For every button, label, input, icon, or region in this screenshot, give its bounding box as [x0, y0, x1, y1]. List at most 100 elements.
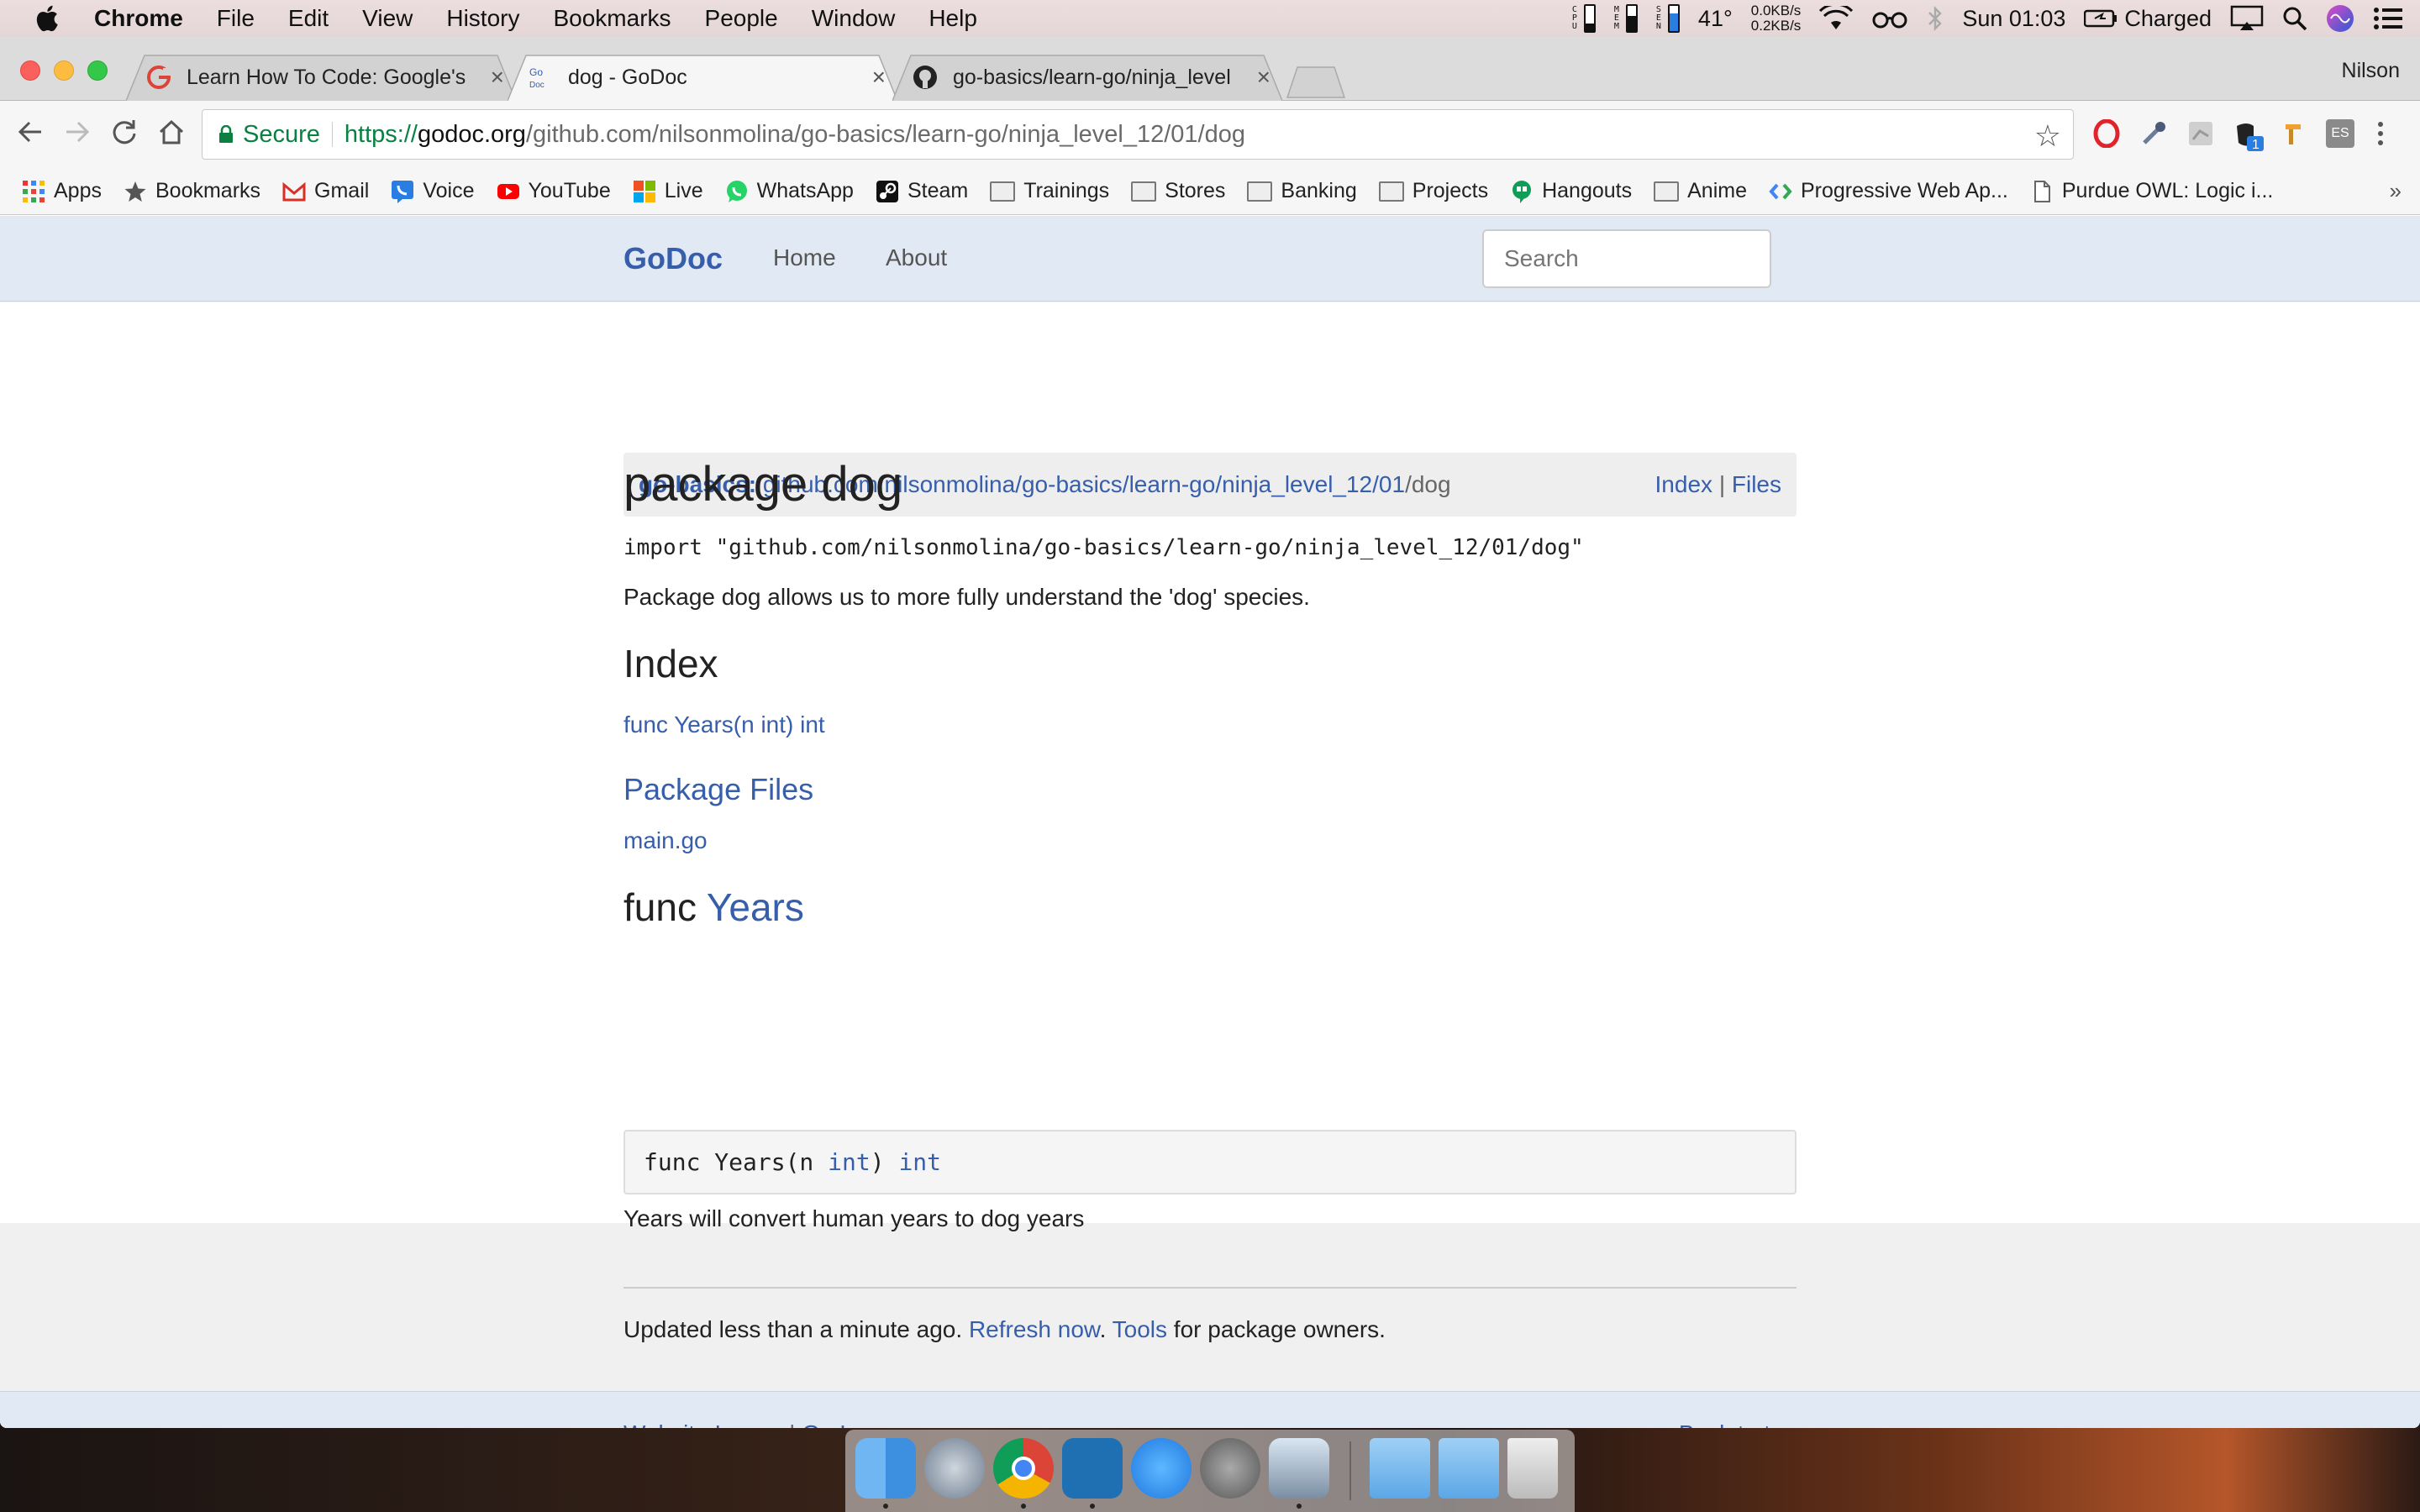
tab-godoc-dog[interactable]: Go Doc dog - GoDoc × — [508, 54, 897, 101]
breadcrumb-leaf: /dog — [1405, 471, 1451, 497]
tab-title: dog - GoDoc — [568, 65, 687, 89]
menu-app-chrome[interactable]: Chrome — [94, 5, 183, 32]
eyedropper-extension-icon[interactable] — [2139, 119, 2168, 148]
bookmark-folder-trainings[interactable]: Trainings — [990, 179, 1109, 203]
opera-extension-icon[interactable] — [2092, 118, 2121, 149]
system-preferences-icon[interactable] — [1200, 1438, 1260, 1499]
menu-history[interactable]: History — [446, 5, 519, 32]
bookmark-folder-banking[interactable]: Banking — [1247, 179, 1357, 203]
close-tab-icon[interactable]: × — [1257, 64, 1270, 91]
wifi-icon[interactable] — [1819, 6, 1854, 31]
nav-home-link[interactable]: Home — [773, 244, 836, 271]
apple-icon[interactable] — [34, 3, 64, 34]
tab-title: Learn How To Code: Google's Go — [187, 65, 472, 89]
godoc-navbar: GoDoc Home About — [0, 216, 2420, 302]
clock[interactable]: Sun 01:03 — [1962, 6, 2065, 32]
refresh-now-link[interactable]: Refresh now — [969, 1316, 1100, 1342]
airplay-icon[interactable] — [2230, 5, 2264, 32]
menu-people[interactable]: People — [705, 5, 778, 32]
vscode-icon[interactable] — [1062, 1438, 1123, 1499]
network-speed[interactable]: 0.0KB/s 0.2KB/s — [1751, 3, 1802, 34]
back-button[interactable] — [13, 118, 47, 151]
close-window-button[interactable] — [20, 60, 40, 81]
finder-icon[interactable] — [855, 1438, 916, 1499]
memory-meter[interactable]: MEM — [1614, 4, 1638, 33]
siri-icon[interactable] — [2326, 4, 2354, 33]
func-years-link[interactable]: Years — [707, 885, 804, 929]
bookmark-progressive-web-apps[interactable]: Progressive Web Ap... — [1769, 179, 2008, 203]
applications-folder-icon[interactable] — [1370, 1438, 1430, 1499]
go-language-link[interactable]: Go Language — [802, 1420, 944, 1428]
bookmark-folder-stores[interactable]: Stores — [1131, 179, 1225, 203]
menu-help[interactable]: Help — [929, 5, 977, 32]
home-button[interactable] — [155, 118, 188, 151]
tab-github[interactable]: go-basics/learn-go/ninja_level × — [892, 54, 1282, 101]
temperature-readout[interactable]: 41° — [1698, 6, 1733, 32]
launchpad-icon[interactable] — [924, 1438, 985, 1499]
search-input[interactable] — [1482, 229, 1771, 288]
index-item-years[interactable]: func Years(n int) int — [623, 711, 825, 738]
menu-edit[interactable]: Edit — [288, 5, 329, 32]
nav-about-link[interactable]: About — [886, 244, 947, 271]
tab-learn-to-code[interactable]: Learn How To Code: Google's Go × — [126, 54, 516, 101]
menu-window[interactable]: Window — [812, 5, 896, 32]
address-bar[interactable]: Secure https://godoc.org/github.com/nils… — [202, 109, 2074, 160]
reload-button[interactable] — [108, 118, 141, 151]
profile-name[interactable]: Nilson — [2342, 59, 2400, 83]
es-extension-icon[interactable]: ES — [2326, 119, 2354, 148]
forward-button[interactable] — [60, 118, 94, 151]
int-return-type-link[interactable]: int — [898, 1148, 941, 1176]
page-icon — [2033, 180, 2050, 202]
menu-file[interactable]: File — [217, 5, 255, 32]
bookmark-folder-projects[interactable]: Projects — [1378, 179, 1488, 203]
bookmark-youtube[interactable]: YouTube — [497, 179, 611, 203]
grey-extension-icon[interactable] — [2186, 119, 2215, 148]
menu-view[interactable]: View — [362, 5, 413, 32]
bookmark-folder-anime[interactable]: Anime — [1654, 179, 1747, 203]
import-path: import "github.com/nilsonmolina/go-basic… — [623, 535, 1584, 560]
bookmark-steam[interactable]: Steam — [876, 179, 968, 203]
bookmark-whatsapp[interactable]: WhatsApp — [725, 179, 854, 203]
star-icon — [124, 181, 146, 202]
evernote-extension-icon[interactable]: 1 — [2232, 119, 2264, 152]
bookmark-live[interactable]: Live — [633, 179, 703, 203]
tools-link[interactable]: Tools — [1113, 1316, 1167, 1342]
package-files-heading[interactable]: Package Files — [623, 772, 813, 807]
notification-center-icon[interactable] — [2373, 7, 2403, 30]
file-main-go-link[interactable]: main.go — [623, 827, 708, 854]
back-to-top-link[interactable]: Back to top — [1679, 1420, 1797, 1428]
tools-extension-icon[interactable] — [2281, 119, 2309, 148]
bookmark-purdue-owl[interactable]: Purdue OWL: Logic i... — [2030, 179, 2273, 203]
sensor-meter[interactable]: SEN — [1656, 4, 1680, 33]
website-issues-link[interactable]: Website Issues — [623, 1420, 782, 1428]
chrome-icon[interactable] — [993, 1438, 1054, 1499]
bookmark-star-icon[interactable]: ☆ — [2034, 118, 2061, 154]
close-tab-icon[interactable]: × — [872, 64, 886, 91]
downloads-folder-icon[interactable] — [1439, 1438, 1499, 1499]
new-tab-button[interactable] — [1286, 66, 1346, 99]
int-type-link[interactable]: int — [828, 1148, 871, 1176]
menu-bookmarks[interactable]: Bookmarks — [553, 5, 671, 32]
bookmark-apps[interactable]: Apps — [22, 179, 102, 203]
spotlight-search-icon[interactable] — [2282, 6, 2307, 31]
godoc-brand-link[interactable]: GoDoc — [623, 241, 723, 276]
index-link[interactable]: Index — [1655, 471, 1713, 497]
files-link[interactable]: Files — [1732, 471, 1781, 497]
bluetooth-icon[interactable] — [1927, 5, 1944, 32]
appstore-icon[interactable] — [1131, 1438, 1192, 1499]
preview-icon[interactable] — [1269, 1438, 1329, 1499]
bookmark-bookmarks[interactable]: Bookmarks — [124, 179, 260, 203]
url-path: /github.com/nilsonmolina/go-basics/learn… — [525, 120, 1245, 148]
minimize-window-button[interactable] — [54, 60, 74, 81]
glasses-icon[interactable] — [1871, 8, 1908, 29]
bookmark-gmail[interactable]: Gmail — [282, 179, 369, 203]
bookmark-voice[interactable]: Voice — [391, 179, 475, 203]
battery-status[interactable]: Charged — [2084, 6, 2212, 32]
bookmark-hangouts[interactable]: Hangouts — [1510, 179, 1632, 203]
cpu-meter[interactable]: CPU — [1572, 4, 1596, 33]
chrome-menu-icon[interactable] — [2375, 119, 2386, 148]
close-tab-icon[interactable]: × — [491, 64, 504, 91]
zoom-window-button[interactable] — [87, 60, 108, 81]
trash-icon[interactable] — [1507, 1438, 1558, 1499]
more-bookmarks-chevron-icon[interactable]: » — [2390, 178, 2402, 204]
